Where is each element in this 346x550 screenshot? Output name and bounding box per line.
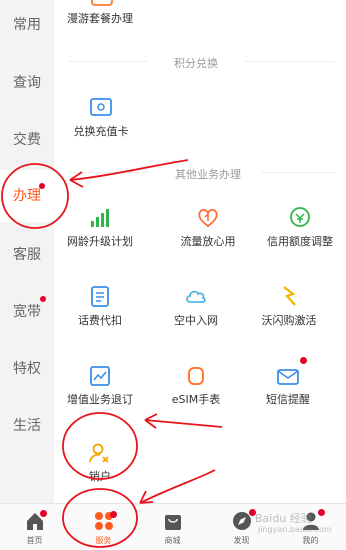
chart-exit-icon [87,363,113,389]
credit-limit-item[interactable]: 信用额度调整 [267,233,333,249]
sidebar-item-pay[interactable]: 交费 [0,129,54,149]
category-sidebar: 常用 查询 交费 办理 客服 宽带 特权 生活 [0,0,54,503]
vas-unsubscribe-item[interactable]: 增值业务退订 [67,391,133,407]
heart-flow-icon [195,204,221,230]
section-title-points: 积分兑换 [174,57,218,70]
lightning-icon [276,283,302,309]
notification-dot [39,183,45,189]
sidebar-item-query[interactable]: 查询 [0,72,54,92]
tab-label: 商城 [164,536,181,545]
tab-label: 我的 [302,536,319,545]
notification-dot [318,509,325,516]
credit-icon [287,204,313,230]
clipboard-icon [87,283,113,309]
watermark-url: jingyan.baidu.com [258,525,332,534]
auto-debit-item[interactable]: 话费代扣 [78,312,122,328]
notification-dot [110,511,117,518]
divider [68,172,148,173]
tab-home[interactable]: 首页 [0,504,69,550]
sidebar-item-broadband[interactable]: 宽带 [0,301,54,321]
redeem-card-item[interactable]: 兑换充值卡 [74,123,129,139]
section-title-other: 其他业务办理 [175,168,241,181]
watermark: Baidu 经验 [255,512,312,525]
air-network-item[interactable]: 空中入网 [174,312,218,328]
cancel-account-item[interactable]: 销户 [89,468,111,484]
tab-service[interactable]: 服务 [69,504,138,550]
watch-icon [183,363,209,389]
sidebar-item-handle[interactable]: 办理 [0,170,54,222]
sidebar-item-life[interactable]: 生活 [0,415,54,435]
notification-dot [300,357,307,364]
tab-label: 服务 [95,536,112,545]
divider [261,172,334,173]
sidebar-item-common[interactable]: 常用 [0,14,54,34]
cloud-icon [183,283,209,309]
roaming-package-item[interactable]: 漫游套餐办理 [67,10,133,26]
mail-icon [275,363,301,389]
service-grid: 漫游套餐办理 积分兑换 兑换充值卡 其他业务办理 网龄升级计划 流量放心用 信用… [54,0,346,503]
notification-dot [40,296,46,302]
tab-label: 发现 [233,536,250,545]
sms-reminder-item[interactable]: 短信提醒 [266,391,310,407]
tab-label: 首页 [26,536,43,545]
signal-bars-icon [87,204,113,230]
data-assured-item[interactable]: 流量放心用 [181,233,236,249]
divider [68,61,148,62]
notification-dot [40,510,47,517]
flash-buy-item[interactable]: 沃闪购激活 [262,312,317,328]
sidebar-item-privilege[interactable]: 特权 [0,358,54,378]
roaming-icon [89,0,115,8]
esim-watch-item[interactable]: eSIM手表 [172,391,221,407]
sidebar-item-service[interactable]: 客服 [0,244,54,264]
seniority-upgrade-item[interactable]: 网龄升级计划 [67,233,133,249]
bag-icon [165,515,181,530]
user-x-icon [87,440,113,466]
card-icon [88,94,114,120]
divider [244,61,334,62]
tab-mall[interactable]: 商城 [138,504,207,550]
